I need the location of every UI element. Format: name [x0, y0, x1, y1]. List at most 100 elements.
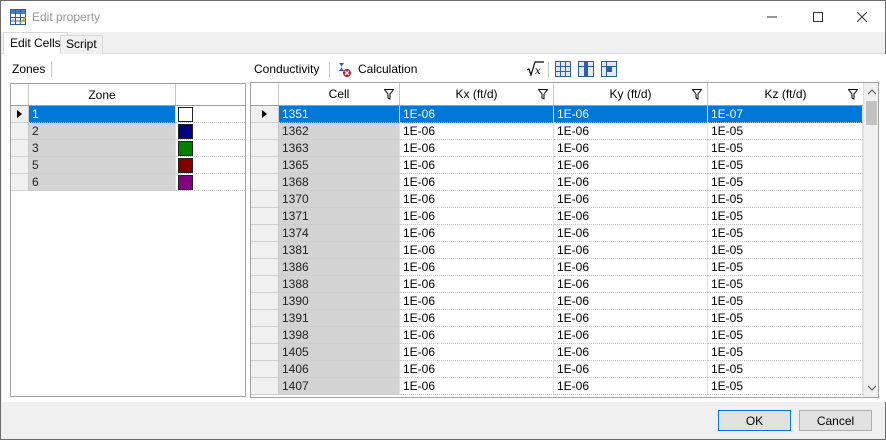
table-row[interactable]: 1407 1E-06 1E-06 1E-05 [251, 378, 863, 395]
grid-view-icon[interactable] [555, 61, 571, 77]
kx-cell[interactable]: 1E-06 [400, 191, 554, 208]
cell-id-cell[interactable]: 1362 [279, 123, 400, 140]
row-selector[interactable] [251, 242, 279, 259]
kz-cell[interactable]: 1E-05 [708, 327, 863, 344]
cell-id-cell[interactable]: 1390 [279, 293, 400, 310]
vertical-scrollbar[interactable] [863, 83, 878, 397]
zone-row[interactable]: 6 [11, 174, 245, 191]
zone-cell[interactable]: 6 [29, 174, 176, 191]
row-selector[interactable] [11, 106, 29, 123]
zone-cell[interactable]: 5 [29, 157, 176, 174]
filter-icon[interactable] [692, 89, 702, 100]
column-header-kx[interactable]: Kx (ft/d) [400, 83, 554, 105]
cells-view-icon[interactable] [601, 61, 617, 77]
ky-cell[interactable]: 1E-06 [554, 293, 708, 310]
zones-grid[interactable]: Zone 12356 [10, 83, 246, 397]
kz-cell[interactable]: 1E-05 [708, 344, 863, 361]
tab-edit-cells[interactable]: Edit Cells [3, 32, 68, 54]
kx-cell[interactable]: 1E-06 [400, 259, 554, 276]
table-row[interactable]: 1362 1E-06 1E-06 1E-05 [251, 123, 863, 140]
kz-cell[interactable]: 1E-05 [708, 310, 863, 327]
scroll-down-icon[interactable] [867, 383, 877, 393]
ky-cell[interactable]: 1E-06 [554, 225, 708, 242]
row-selector[interactable] [251, 174, 279, 191]
kx-cell[interactable]: 1E-06 [400, 276, 554, 293]
cell-id-cell[interactable]: 1381 [279, 242, 400, 259]
kz-cell[interactable]: 1E-05 [708, 225, 863, 242]
row-selector[interactable] [251, 225, 279, 242]
kz-cell[interactable]: 1E-05 [708, 191, 863, 208]
filter-icon[interactable] [384, 89, 394, 100]
kx-cell[interactable]: 1E-06 [400, 123, 554, 140]
cell-id-cell[interactable]: 1406 [279, 361, 400, 378]
row-selector[interactable] [11, 123, 29, 140]
kx-cell[interactable]: 1E-06 [400, 242, 554, 259]
ky-cell[interactable]: 1E-06 [554, 259, 708, 276]
ky-cell[interactable]: 1E-06 [554, 191, 708, 208]
kx-cell[interactable]: 1E-06 [400, 327, 554, 344]
kz-cell[interactable]: 1E-05 [708, 293, 863, 310]
ky-cell[interactable]: 1E-06 [554, 174, 708, 191]
zone-row[interactable]: 2 [11, 123, 245, 140]
color-column-header[interactable] [176, 84, 245, 105]
row-selector[interactable] [11, 157, 29, 174]
kx-cell[interactable]: 1E-06 [400, 310, 554, 327]
close-button[interactable] [839, 1, 885, 32]
ky-cell[interactable]: 1E-06 [554, 140, 708, 157]
table-row[interactable]: 1405 1E-06 1E-06 1E-05 [251, 344, 863, 361]
kz-cell[interactable]: 1E-05 [708, 157, 863, 174]
columns-view-icon[interactable] [578, 61, 594, 77]
conductivity-label[interactable]: Conductivity [254, 62, 319, 76]
kz-cell[interactable]: 1E-05 [708, 208, 863, 225]
zone-cell[interactable]: 1 [29, 106, 176, 123]
row-selector[interactable] [11, 140, 29, 157]
row-selector[interactable] [251, 378, 279, 395]
ky-cell[interactable]: 1E-06 [554, 361, 708, 378]
kx-cell[interactable]: 1E-06 [400, 293, 554, 310]
ky-cell[interactable]: 1E-06 [554, 157, 708, 174]
kx-cell[interactable]: 1E-06 [400, 344, 554, 361]
zone-row[interactable]: 1 [11, 106, 245, 123]
column-header-ky[interactable]: Ky (ft/d) [554, 83, 708, 105]
kz-cell[interactable]: 1E-05 [708, 378, 863, 395]
filter-icon[interactable] [538, 89, 548, 100]
zone-color-cell[interactable] [176, 174, 245, 191]
row-selector[interactable] [11, 174, 29, 191]
cell-id-cell[interactable]: 1368 [279, 174, 400, 191]
ok-button[interactable]: OK [718, 410, 791, 431]
kz-cell[interactable]: 1E-05 [708, 123, 863, 140]
kz-cell[interactable]: 1E-05 [708, 276, 863, 293]
cell-id-cell[interactable]: 1374 [279, 225, 400, 242]
ky-cell[interactable]: 1E-06 [554, 106, 708, 123]
calculator-icon[interactable] [336, 61, 352, 77]
kz-cell[interactable]: 1E-07 [708, 106, 863, 123]
zone-cell[interactable]: 3 [29, 140, 176, 157]
table-row[interactable]: 1371 1E-06 1E-06 1E-05 [251, 208, 863, 225]
ky-cell[interactable]: 1E-06 [554, 327, 708, 344]
column-header-kz[interactable]: Kz (ft/d) [708, 83, 863, 105]
table-row[interactable]: 1368 1E-06 1E-06 1E-05 [251, 174, 863, 191]
kx-cell[interactable]: 1E-06 [400, 140, 554, 157]
ky-cell[interactable]: 1E-06 [554, 344, 708, 361]
cell-id-cell[interactable]: 1370 [279, 191, 400, 208]
row-selector[interactable] [251, 157, 279, 174]
kz-cell[interactable]: 1E-05 [708, 361, 863, 378]
ky-cell[interactable]: 1E-06 [554, 208, 708, 225]
cell-id-cell[interactable]: 1405 [279, 344, 400, 361]
kz-cell[interactable]: 1E-05 [708, 259, 863, 276]
row-selector[interactable] [251, 140, 279, 157]
row-selector[interactable] [251, 259, 279, 276]
kx-cell[interactable]: 1E-06 [400, 225, 554, 242]
cell-id-cell[interactable]: 1365 [279, 157, 400, 174]
cell-id-cell[interactable]: 1388 [279, 276, 400, 293]
zone-row[interactable]: 5 [11, 157, 245, 174]
sqrt-formula-icon[interactable]: x [526, 61, 544, 77]
cancel-button[interactable]: Cancel [799, 410, 872, 431]
property-grid[interactable]: Cell Kx (ft/d) Ky (ft/d) Kz (ft/d) 1351 1… [250, 82, 879, 398]
table-row[interactable]: 1406 1E-06 1E-06 1E-05 [251, 361, 863, 378]
scroll-up-icon[interactable] [867, 87, 877, 97]
row-selector[interactable] [251, 327, 279, 344]
row-selector[interactable] [251, 361, 279, 378]
zone-row[interactable]: 3 [11, 140, 245, 157]
row-selector[interactable] [251, 293, 279, 310]
